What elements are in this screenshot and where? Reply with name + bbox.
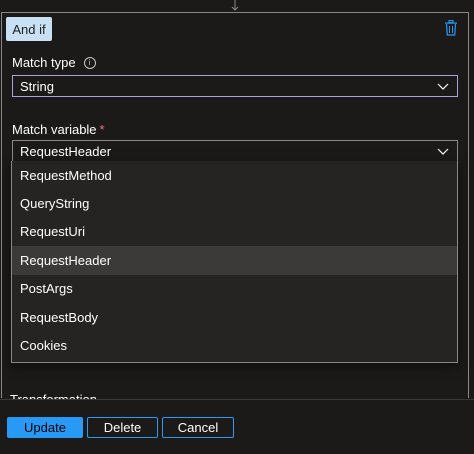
trash-icon[interactable] — [444, 20, 458, 36]
dropdown-option[interactable]: Cookies — [12, 331, 457, 359]
match-type-label-text: Match type — [12, 55, 76, 70]
dropdown-option[interactable]: QueryString — [12, 189, 457, 217]
match-variable-dropdown: RequestMethod QueryString RequestUri Req… — [11, 161, 458, 363]
and-if-badge[interactable]: And if — [6, 17, 52, 41]
dropdown-option-selected[interactable]: RequestHeader — [12, 246, 457, 275]
match-variable-select[interactable]: RequestHeader — [12, 140, 458, 162]
update-button[interactable]: Update — [7, 417, 83, 438]
dropdown-option[interactable]: RequestBody — [12, 303, 457, 331]
delete-button[interactable]: Delete — [87, 417, 158, 438]
match-type-value: String — [20, 78, 54, 94]
match-variable-label-text: Match variable — [12, 122, 97, 137]
dropdown-option[interactable]: RequestMethod — [12, 161, 457, 189]
cancel-button[interactable]: Cancel — [162, 417, 234, 438]
info-icon[interactable]: i — [83, 56, 96, 69]
required-marker: * — [99, 122, 105, 137]
match-variable-value: RequestHeader — [20, 143, 112, 159]
dropdown-option[interactable]: PostArgs — [12, 275, 457, 303]
dropdown-option[interactable]: RequestUri — [12, 218, 457, 246]
match-type-label: Match type i — [12, 55, 96, 70]
match-type-select[interactable]: String — [12, 75, 458, 97]
match-variable-label: Match variable * — [12, 122, 105, 137]
chevron-down-icon — [437, 148, 449, 155]
footer-bar: Update Delete Cancel — [0, 399, 474, 454]
arrow-down-icon — [231, 0, 239, 11]
chevron-down-icon — [437, 83, 449, 90]
